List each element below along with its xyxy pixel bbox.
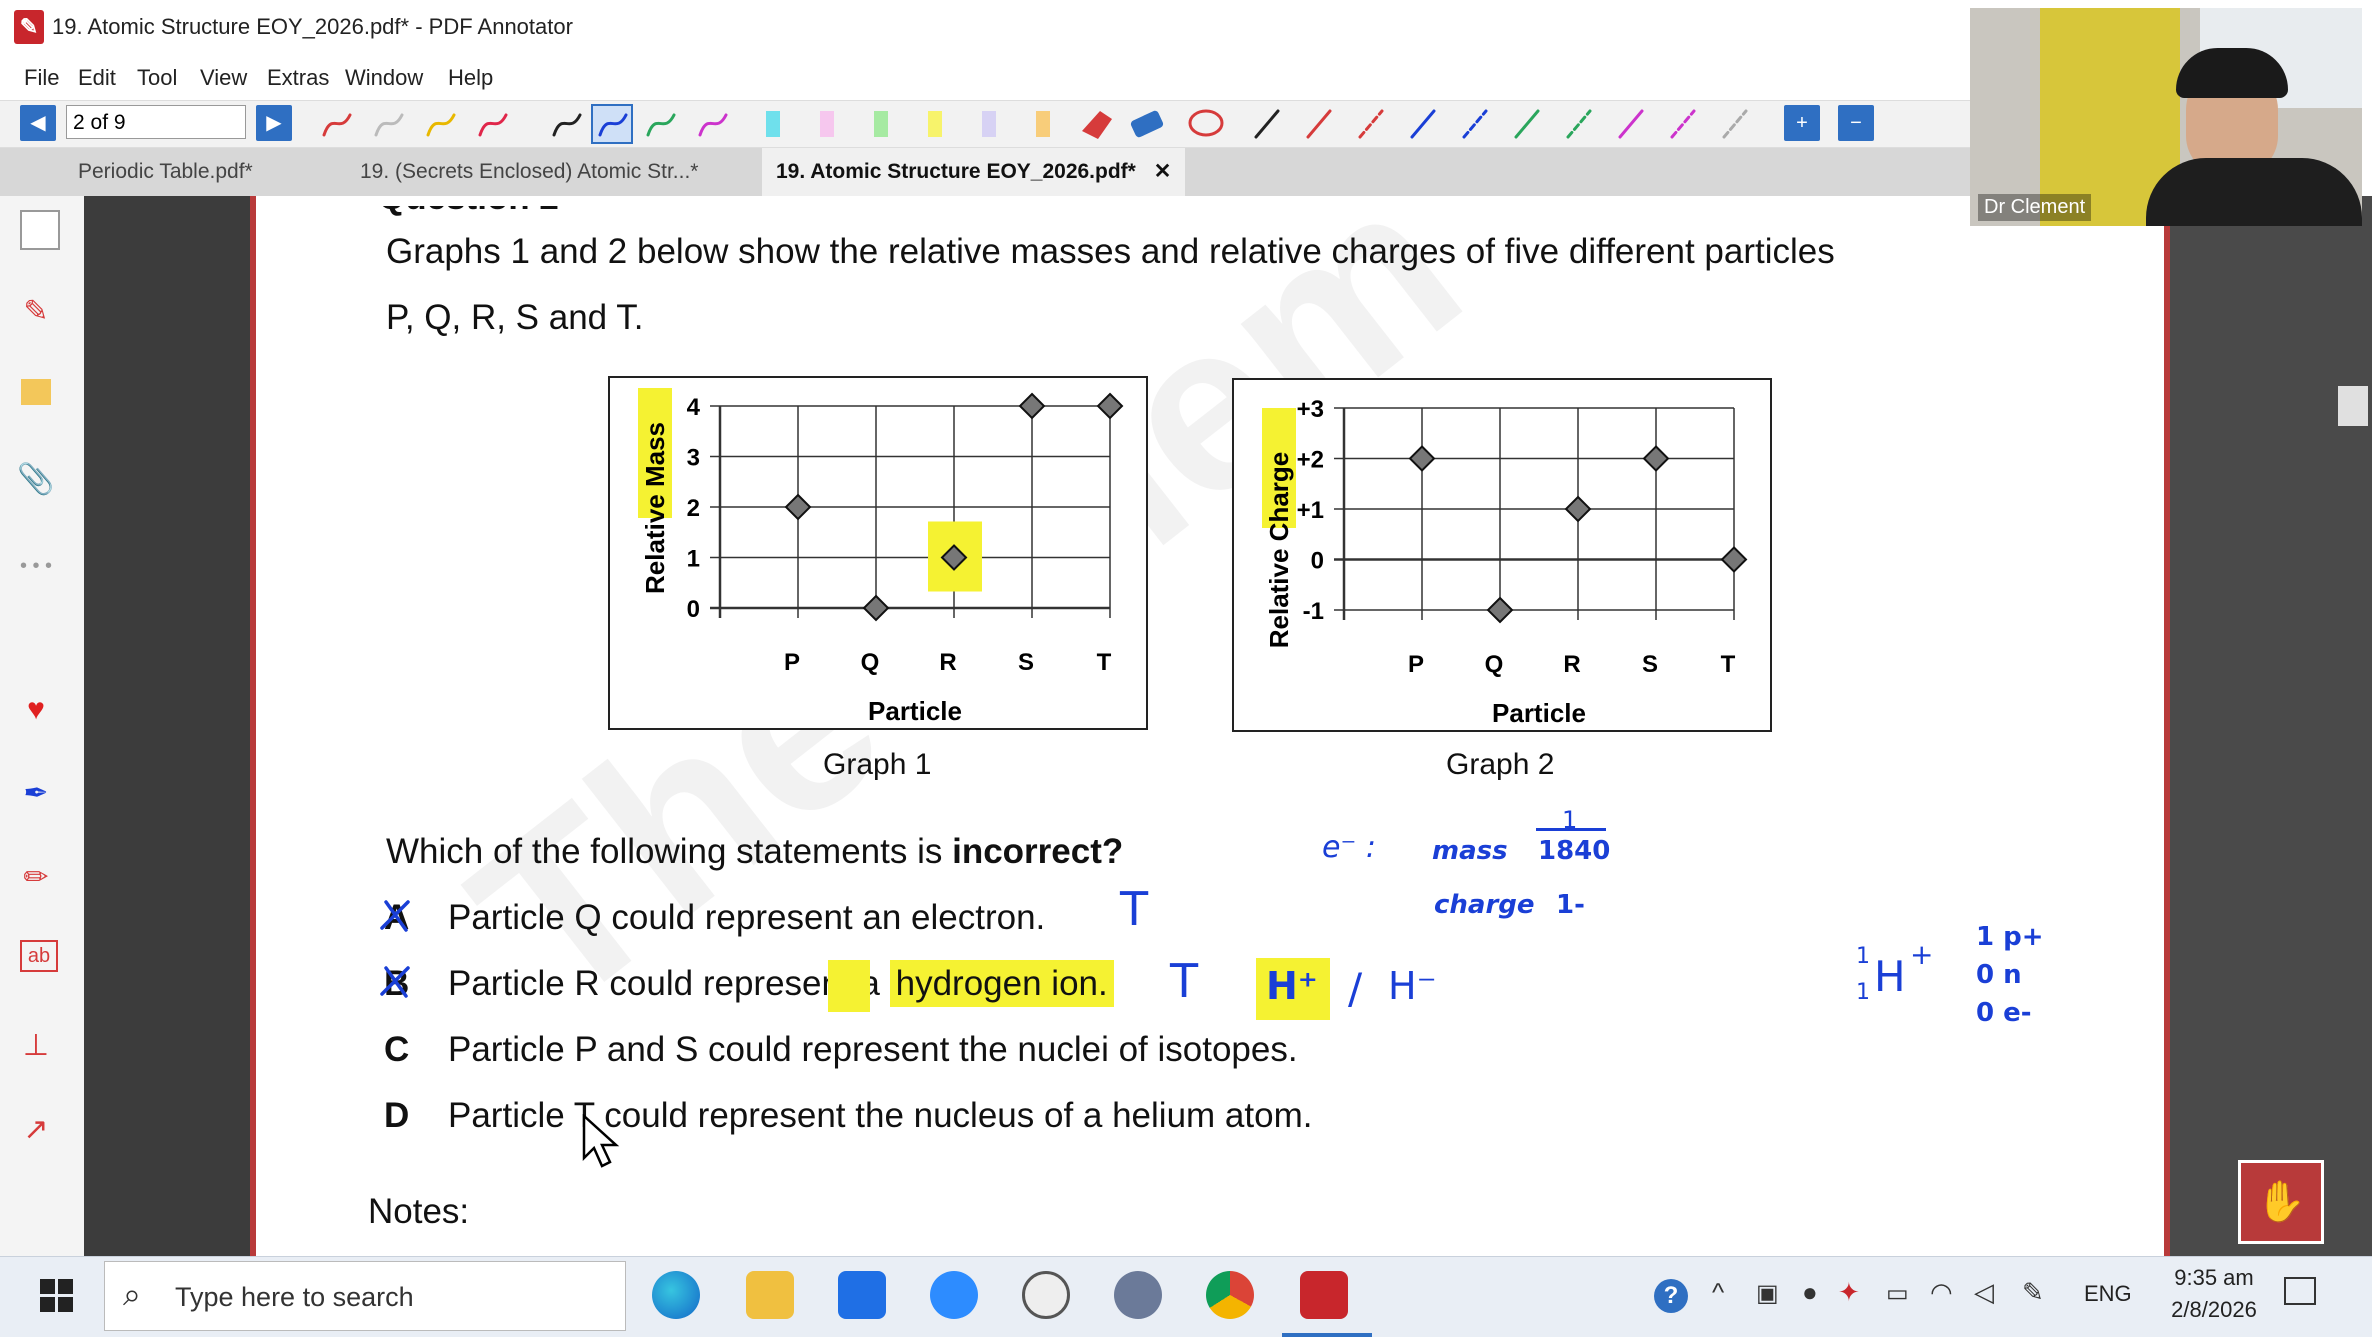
toolbar: ◀ 2 of 9 ▶ + −	[0, 100, 1970, 148]
previous-page-button[interactable]: ◀	[20, 105, 56, 141]
ink-nuclide-atomic: 1	[1856, 980, 1870, 1005]
menu-file[interactable]: File	[24, 56, 59, 100]
clock-time[interactable]: 9:35 am	[2164, 1265, 2264, 1291]
language-indicator[interactable]: ENG	[2084, 1281, 2132, 1307]
edge-browser-icon[interactable]	[652, 1271, 700, 1319]
arrow-tool-icon[interactable]: ↗	[14, 1108, 58, 1152]
chrome-browser-icon[interactable]	[1206, 1271, 1254, 1319]
text-box-icon[interactable]: ab	[20, 940, 58, 972]
note-icon[interactable]	[14, 374, 58, 418]
menu-window[interactable]: Window	[345, 56, 423, 100]
webcam-person-body	[2146, 158, 2362, 226]
pdf-page: The Chem Question 2 Graphs 1 and 2 below…	[250, 131, 2170, 1256]
cross-out-a	[380, 900, 410, 932]
more-icon[interactable]: • • •	[14, 544, 58, 588]
heart-icon[interactable]: ♥	[14, 688, 58, 732]
menu-view[interactable]: View	[200, 56, 247, 100]
ink-mass-denominator: 1840	[1538, 836, 1611, 866]
ink-fraction-bar	[1536, 828, 1606, 831]
active-app-indicator	[1282, 1333, 1372, 1337]
menu-extras[interactable]: Extras	[267, 56, 329, 100]
pen-tray-icon[interactable]: ✎	[2022, 1277, 2044, 1308]
ink-mark-a: T	[1120, 882, 1149, 936]
ink-nuclide-mass: 1	[1856, 944, 1870, 969]
menu-edit[interactable]: Edit	[78, 56, 116, 100]
app-icon[interactable]	[1114, 1271, 1162, 1319]
clock-date[interactable]: 2/8/2026	[2164, 1297, 2264, 1323]
stamp-icon[interactable]: ⊥	[14, 1024, 58, 1068]
ink-slash: /	[1348, 964, 1363, 1013]
search-icon: ⌕	[123, 1276, 141, 1312]
page-icon[interactable]	[20, 210, 60, 250]
tab-close-icon[interactable]: ✕	[1154, 160, 1172, 183]
right-panel: ✋	[2170, 196, 2372, 1256]
dropbox-tray-icon[interactable]: ✦	[1838, 1277, 1860, 1308]
taskbar-search-box[interactable]: ⌕ Type here to search	[104, 1261, 626, 1331]
tab-bar: Periodic Table.pdf* 19. (Secrets Enclose…	[0, 148, 1970, 196]
pdf-annotator-logo-icon: ✎	[14, 10, 44, 44]
file-explorer-icon[interactable]	[746, 1271, 794, 1319]
scrollbar-thumb[interactable]	[2338, 386, 2368, 426]
tab-atomic-structure[interactable]: 19. Atomic Structure EOY_2026.pdf* ✕	[762, 148, 1186, 196]
pdf-annotator-taskbar-icon[interactable]	[1300, 1271, 1348, 1319]
paperclip-icon[interactable]: 📎	[14, 458, 58, 502]
volume-icon[interactable]: ◁	[1974, 1277, 1994, 1308]
annotation-tools	[322, 104, 1748, 144]
ink-composition-neutrons: 0 n	[1976, 960, 2022, 990]
hand-tool-icon[interactable]: ✋	[2238, 1160, 2324, 1244]
next-page-button[interactable]: ▶	[256, 105, 292, 141]
ink-annotations	[380, 900, 1330, 1020]
zoom-out-button[interactable]: −	[1838, 105, 1874, 141]
ink-pen-icon[interactable]: ✒	[14, 772, 58, 816]
battery-icon[interactable]: ▭	[1886, 1279, 1909, 1308]
menu-tool[interactable]: Tool	[137, 56, 177, 100]
tab-atomic-structure-label: 19. Atomic Structure EOY_2026.pdf*	[776, 160, 1136, 183]
zoom-app-icon[interactable]	[930, 1271, 978, 1319]
zoom-in-button[interactable]: +	[1784, 105, 1820, 141]
wifi-icon[interactable]: ◠	[1930, 1277, 1953, 1308]
webcam-person-hair	[2176, 48, 2288, 98]
webcam-overlay: Dr Clement	[1970, 8, 2362, 226]
mouse-cursor-icon	[582, 1114, 620, 1168]
ink-electron-label: e⁻ :	[1322, 830, 1376, 865]
menu-help[interactable]: Help	[448, 56, 493, 100]
left-tool-sidebar: ✎ 📎 • • • ♥ ✒ ✏ ab ⊥ ↗	[0, 196, 85, 1256]
ink-composition-electrons: 0 e-	[1976, 998, 2032, 1028]
pen-icon[interactable]: ✎	[14, 290, 58, 334]
ink-nuclide-charge: +	[1910, 938, 1934, 971]
tab-periodic-table[interactable]: Periodic Table.pdf*	[78, 148, 253, 196]
marker-icon[interactable]: ✏	[14, 856, 58, 900]
windows-start-icon[interactable]	[40, 1279, 74, 1313]
ink-hminus: H⁻	[1388, 964, 1437, 1008]
ink-charge-label: charge	[1434, 890, 1535, 920]
taskbar-search-placeholder: Type here to search	[175, 1282, 414, 1312]
ink-nuclide-symbol: H	[1874, 952, 1906, 1001]
cross-out-b	[380, 966, 410, 998]
notification-icon[interactable]	[2284, 1277, 2316, 1305]
taskbar: ⌕ Type here to search ? ^ ▣ ● ✦ ▭ ◠ ◁ ✎ …	[0, 1256, 2372, 1337]
window-title: 19. Atomic Structure EOY_2026.pdf* - PDF…	[52, 14, 573, 39]
tab-secrets-enclosed[interactable]: 19. (Secrets Enclosed) Atomic Str...*	[360, 148, 698, 196]
ink-hplus: H⁺	[1266, 964, 1318, 1008]
microphone-icon[interactable]: ●	[1802, 1277, 1818, 1308]
device-icon[interactable]: ▣	[1756, 1279, 1779, 1308]
help-icon[interactable]: ?	[1654, 1279, 1688, 1313]
page-number-field[interactable]: 2 of 9	[66, 105, 246, 139]
dropbox-icon[interactable]	[838, 1271, 886, 1319]
ink-mass-label: mass	[1432, 836, 1508, 866]
highlight-t-mark	[828, 960, 870, 1012]
clock-app-icon[interactable]	[1022, 1271, 1070, 1319]
chevron-up-icon[interactable]: ^	[1712, 1277, 1724, 1308]
ink-mark-b: T	[1170, 954, 1199, 1008]
ink-composition-protons: 1 p+	[1976, 922, 2044, 952]
ink-charge-value: 1-	[1556, 890, 1585, 920]
webcam-name-label: Dr Clement	[1978, 194, 2092, 221]
